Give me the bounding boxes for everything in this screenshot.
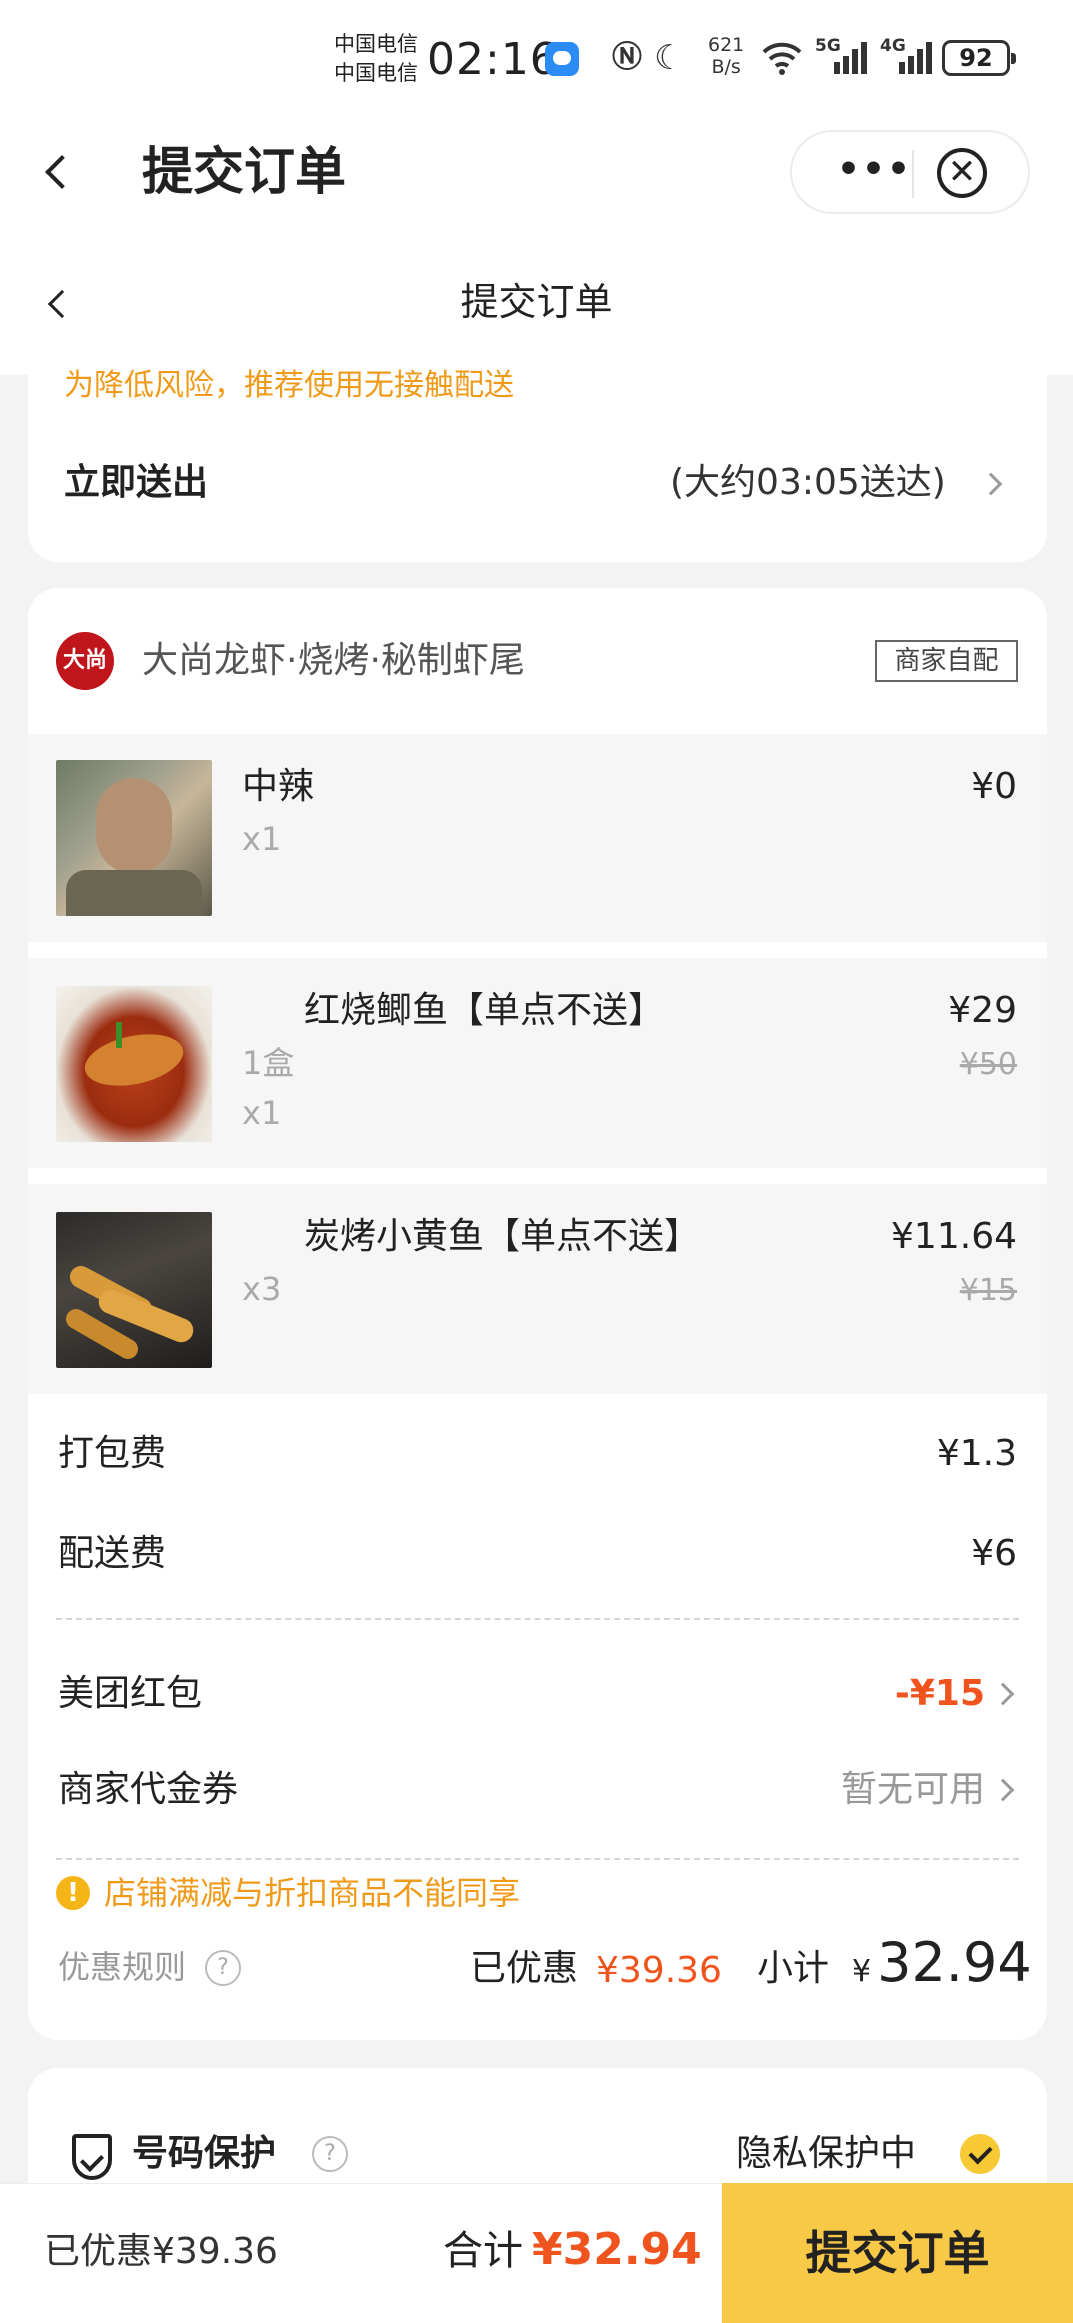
submit-order-button[interactable]: 提交订单 (722, 2183, 1073, 2323)
discount-notice: 店铺满减与折扣商品不能同享 (104, 1874, 521, 1912)
packing-fee-label: 打包费 (58, 1433, 167, 1474)
divider (56, 1858, 1019, 1860)
privacy-status[interactable]: 隐私保护中 (736, 2126, 916, 2181)
voucher-value[interactable]: 暂无可用 (841, 1762, 985, 1817)
item-original-price: ¥15 (959, 1273, 1017, 1308)
item-name: 红烧鲫鱼【单点不送】 (304, 990, 665, 1031)
capsule-menu: ••• ✕ (790, 130, 1030, 214)
item-price: ¥11.64 (891, 1216, 1017, 1257)
carrier-1: 中国电信 (334, 32, 418, 56)
battery-icon: 92 (942, 40, 1016, 76)
item-original-price: ¥50 (959, 1047, 1017, 1082)
carrier-2: 中国电信 (334, 61, 418, 85)
item-image (56, 986, 212, 1142)
discount-value: ¥39.36 (596, 1950, 722, 1991)
wifi-icon (762, 42, 802, 75)
item-image (56, 1212, 212, 1368)
more-icon[interactable]: ••• (837, 150, 912, 190)
help-icon[interactable]: ? (205, 1950, 241, 1986)
bottom-discount: 已优惠¥39.36 (44, 2231, 278, 2272)
message-notification-icon (545, 42, 579, 76)
item-name: 中辣 (242, 766, 315, 807)
subtotal-value: ¥32.94 (852, 1931, 1032, 1994)
discount-label: 已优惠 (470, 1948, 579, 1989)
delivery-fee-value: ¥6 (971, 1533, 1017, 1574)
moon-icon: ☾ (654, 38, 685, 78)
item-price: ¥0 (971, 766, 1017, 807)
contactless-warning: 为降低风险，推荐使用无接触配送 (64, 368, 514, 403)
redpacket-label: 美团红包 (58, 1673, 203, 1714)
shop-name[interactable]: 大尚龙虾·烧烤·秘制虾尾 (142, 632, 525, 690)
shop-logo: 大尚 (56, 632, 114, 690)
item-price: ¥29 (948, 990, 1017, 1031)
item-qty: x3 (242, 1270, 282, 1308)
carrier-label: 中国电信 中国电信 (334, 30, 418, 88)
voucher-label: 商家代金券 (58, 1769, 239, 1810)
page-title: 提交订单 (460, 280, 613, 324)
clock: 02:16 (427, 34, 559, 85)
check-icon[interactable] (960, 2134, 1000, 2174)
delivery-mode[interactable]: 立即送出 (64, 455, 208, 510)
total-value: ¥32.94 (532, 2224, 702, 2275)
total-label: 合计 (443, 2228, 523, 2274)
redpacket-value[interactable]: -¥15 (895, 1666, 985, 1721)
delivery-fee-label: 配送费 (58, 1533, 167, 1574)
signal-5g-icon (834, 42, 867, 74)
delivery-eta[interactable]: (大约03:05送达) (670, 455, 946, 510)
item-name: 炭烤小黄鱼【单点不送】 (304, 1216, 701, 1257)
subtotal-label: 小计 (757, 1948, 830, 1989)
packing-fee-value: ¥1.3 (936, 1433, 1017, 1474)
warning-icon: ! (56, 1876, 90, 1910)
shield-icon (72, 2134, 112, 2180)
network-speed: 621 B/s (708, 34, 745, 78)
discount-rules-label[interactable]: 优惠规则 (58, 1942, 186, 1992)
item-image (56, 760, 212, 916)
item-qty: x1 (242, 820, 282, 858)
privacy-title: 号码保护 (132, 2133, 277, 2174)
divider (56, 1618, 1019, 1620)
signal-4g-icon (899, 42, 932, 74)
item-qty: x1 (242, 1094, 282, 1132)
delivery-badge: 商家自配 (875, 640, 1018, 682)
capsule-divider (912, 150, 914, 198)
nfc-icon: Ⓝ (612, 40, 642, 75)
help-icon[interactable]: ? (312, 2136, 348, 2172)
close-icon[interactable]: ✕ (937, 148, 987, 198)
app-title: 提交订单 (142, 143, 347, 202)
item-spec: 1盒 (242, 1044, 295, 1082)
